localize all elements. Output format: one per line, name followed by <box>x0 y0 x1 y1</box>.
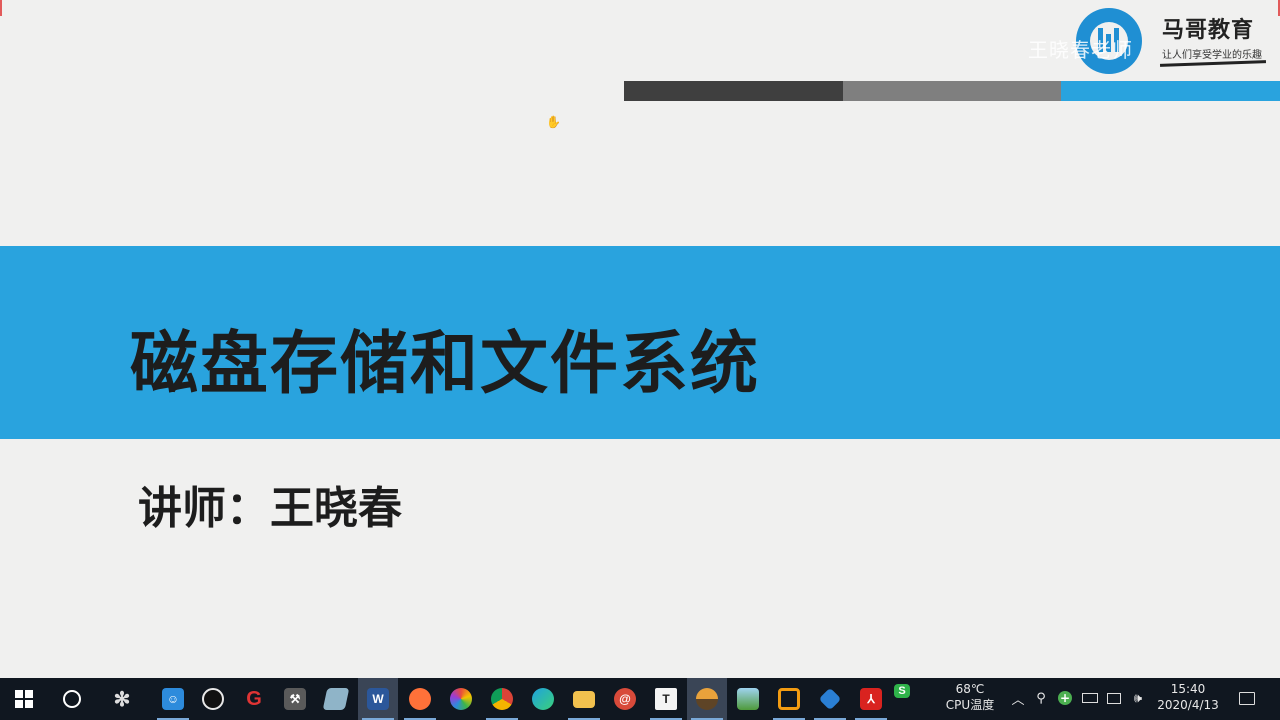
typora-icon: T <box>655 688 677 710</box>
taskbar-app-typora[interactable]: T <box>646 678 686 720</box>
wps-icon: S <box>894 684 910 698</box>
battery-icon[interactable] <box>1080 688 1100 708</box>
watermark: 王晓春老师 <box>1028 38 1133 62</box>
pinwheel-icon: ✻ <box>113 688 131 711</box>
header-strip-dark <box>624 81 843 101</box>
cortana-button[interactable] <box>52 678 92 720</box>
taskbar-app-explorer[interactable] <box>564 678 604 720</box>
taskbar-app-chrome[interactable] <box>482 678 522 720</box>
taskbar-app-image-viewer[interactable] <box>728 678 768 720</box>
g-app-icon: G <box>246 687 262 710</box>
clock-time[interactable]: 15:40 <box>1150 682 1226 697</box>
color-wheel-icon <box>450 688 472 710</box>
clock-date[interactable]: 2020/4/13 <box>1150 698 1226 713</box>
taskbar-app-word[interactable]: W <box>358 678 398 720</box>
volume-icon[interactable]: 🕪 <box>1128 688 1148 708</box>
notes-app-icon <box>322 688 350 710</box>
taskbar-app-firefox[interactable] <box>400 678 440 720</box>
contacts-app-icon: ☺ <box>162 688 184 710</box>
header-strip-gray <box>843 81 1061 101</box>
header-strip-blue <box>1061 81 1280 101</box>
logo-underline <box>1159 60 1267 67</box>
qq-penguin-icon <box>202 688 224 710</box>
chevron-up-icon[interactable]: ︿ <box>1010 688 1026 708</box>
taskbar-app-acrobat[interactable]: ⅄ <box>851 678 891 720</box>
edge-marker-left <box>0 0 2 16</box>
taskbar-app-tools[interactable]: ⚒ <box>275 678 315 720</box>
notification-center-icon[interactable] <box>1236 688 1258 708</box>
cpu-temperature-label: CPU温度 <box>945 698 995 712</box>
landscape-app-icon <box>696 688 718 710</box>
cube-app-icon <box>818 687 842 711</box>
taskbar-app-edge[interactable] <box>523 678 563 720</box>
taskbar-app-color[interactable] <box>441 678 481 720</box>
taskbar-app-pinwheel[interactable]: ✻ <box>102 678 142 720</box>
taskbar-app-notes[interactable] <box>316 678 356 720</box>
lecturer-line: 讲师：王晓春 <box>138 483 402 534</box>
green-plus-icon[interactable]: + <box>1056 688 1074 708</box>
taskbar-app-vmware[interactable] <box>769 678 809 720</box>
acrobat-icon: ⅄ <box>860 688 882 710</box>
tray-app-icon[interactable]: ⚲ <box>1032 688 1050 708</box>
cpu-temperature: 68℃ <box>955 682 985 696</box>
image-viewer-icon <box>737 688 759 710</box>
taskbar-app-wps[interactable]: S <box>887 670 917 712</box>
edge-icon <box>532 688 554 710</box>
tools-app-icon: ⚒ <box>284 688 306 710</box>
logo-name: 马哥教育 <box>1162 18 1255 43</box>
network-icon[interactable] <box>1104 688 1124 708</box>
logo-slogan: 让人们享受学业的乐趣 <box>1162 50 1262 61</box>
presentation-slide: 马哥教育 让人们享受学业的乐趣 王晓春老师 ✋ 磁盘存储和文件系统 讲师：王晓春 <box>0 0 1280 678</box>
taskbar: ✻ ☺ G ⚒ W @ T ⅄ S 68℃ CPU温度 ︿ ⚲ + 🕪 15:4… <box>0 678 1280 720</box>
vmware-icon <box>778 688 800 710</box>
slide-title: 磁盘存储和文件系统 <box>130 325 761 404</box>
taskbar-app-contacts[interactable]: ☺ <box>153 678 193 720</box>
taskbar-app-qq[interactable] <box>193 678 233 720</box>
title-band: 磁盘存储和文件系统 <box>0 246 1280 439</box>
firefox-icon <box>409 688 431 710</box>
folder-icon <box>573 690 595 708</box>
cortana-circle-icon <box>63 690 81 708</box>
taskbar-app-g[interactable]: G <box>234 678 274 720</box>
hand-cursor-icon: ✋ <box>546 115 561 129</box>
taskbar-app-landscape[interactable] <box>687 678 727 720</box>
taskbar-app-snail[interactable]: @ <box>605 678 645 720</box>
taskbar-app-cube[interactable] <box>810 678 850 720</box>
start-button[interactable] <box>4 678 44 720</box>
chrome-icon <box>491 688 513 710</box>
word-app-icon: W <box>367 688 389 710</box>
snail-app-icon: @ <box>614 688 636 710</box>
windows-logo-icon <box>15 690 33 708</box>
